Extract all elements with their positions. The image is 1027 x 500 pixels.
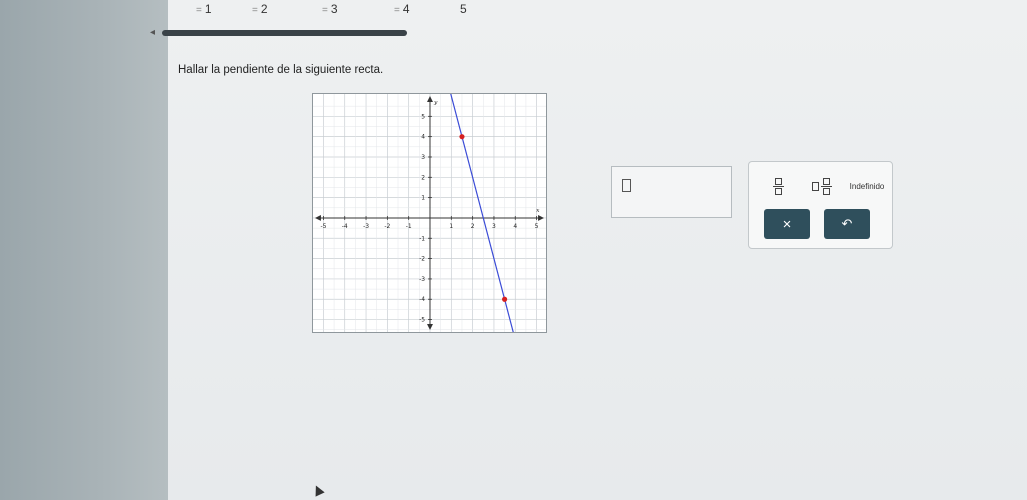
answer-input[interactable] [611, 166, 732, 218]
y-tick-label: -2 [419, 256, 425, 263]
undo-icon: ↶ [841, 216, 853, 231]
y-tick-label: 1 [421, 195, 425, 202]
math-keypad: Indefinido × ↶ [748, 161, 893, 249]
y-tick-label: 3 [421, 154, 425, 161]
x-tick-label: 1 [449, 223, 453, 230]
tab-3[interactable]: = 3 [322, 2, 338, 16]
progress-fill [162, 30, 407, 36]
y-tick-label: -1 [419, 235, 425, 242]
y-tick-label: -5 [419, 317, 425, 324]
close-icon: × [782, 215, 792, 233]
y-axis-arrow-down [427, 324, 433, 330]
x-axis-arrow-left [314, 214, 321, 221]
tab-2[interactable]: = 2 [252, 2, 268, 16]
x-tick-label: 5 [535, 223, 539, 230]
graph-point [502, 296, 508, 302]
slope-line [450, 94, 514, 332]
y-tick-label: 5 [421, 113, 425, 120]
x-tick-label: 2 [471, 223, 475, 230]
graph-svg: -5 -4 -3 -2 -1 1 2 3 4 5 5 4 3 2 1 -1 -2 -3 -4 -5 x y [313, 94, 546, 332]
fraction-icon [772, 177, 784, 195]
progress-bar: ◂ [150, 26, 410, 40]
x-axis-arrow-right [538, 214, 545, 221]
x-tick-label: -4 [342, 223, 348, 230]
left-background-strip [0, 0, 168, 500]
fraction-button[interactable] [767, 174, 789, 198]
y-axis-label: y [433, 99, 438, 106]
x-axis-label: x [536, 207, 540, 214]
mixed-number-icon [812, 181, 819, 191]
tab-5[interactable]: 5 [460, 2, 467, 16]
y-tick-label: 2 [421, 174, 425, 181]
y-tick-label: 4 [421, 134, 425, 141]
y-tick-label: -4 [419, 296, 425, 303]
y-tick-label: -3 [419, 276, 425, 283]
x-tick-label: -2 [384, 223, 390, 230]
undo-button[interactable]: ↶ [824, 209, 870, 239]
x-tick-label: 3 [492, 223, 496, 230]
graph-point [459, 134, 465, 140]
clear-button[interactable]: × [764, 209, 810, 239]
progress-track [162, 30, 407, 36]
back-arrow-icon[interactable]: ◂ [150, 27, 155, 38]
coordinate-graph: -5 -4 -3 -2 -1 1 2 3 4 5 5 4 3 2 1 -1 -2 -3 -4 -5 x y [312, 93, 547, 333]
x-tick-label: -1 [406, 223, 412, 230]
x-tick-label: 4 [513, 223, 517, 230]
question-tabs: = 1 = 2 = 3 = 4 5 [170, 0, 550, 20]
undefined-button[interactable]: Indefinido [845, 174, 889, 198]
x-tick-label: -3 [363, 223, 369, 230]
question-text: Hallar la pendiente de la siguiente rect… [178, 64, 384, 76]
tab-1[interactable]: = 1 [196, 2, 212, 16]
x-tick-label: -5 [320, 223, 326, 230]
y-axis-arrow-up [427, 96, 433, 102]
answer-placeholder-icon [622, 179, 631, 192]
tab-4[interactable]: = 4 [394, 2, 410, 16]
mixed-number-button[interactable] [807, 174, 837, 198]
